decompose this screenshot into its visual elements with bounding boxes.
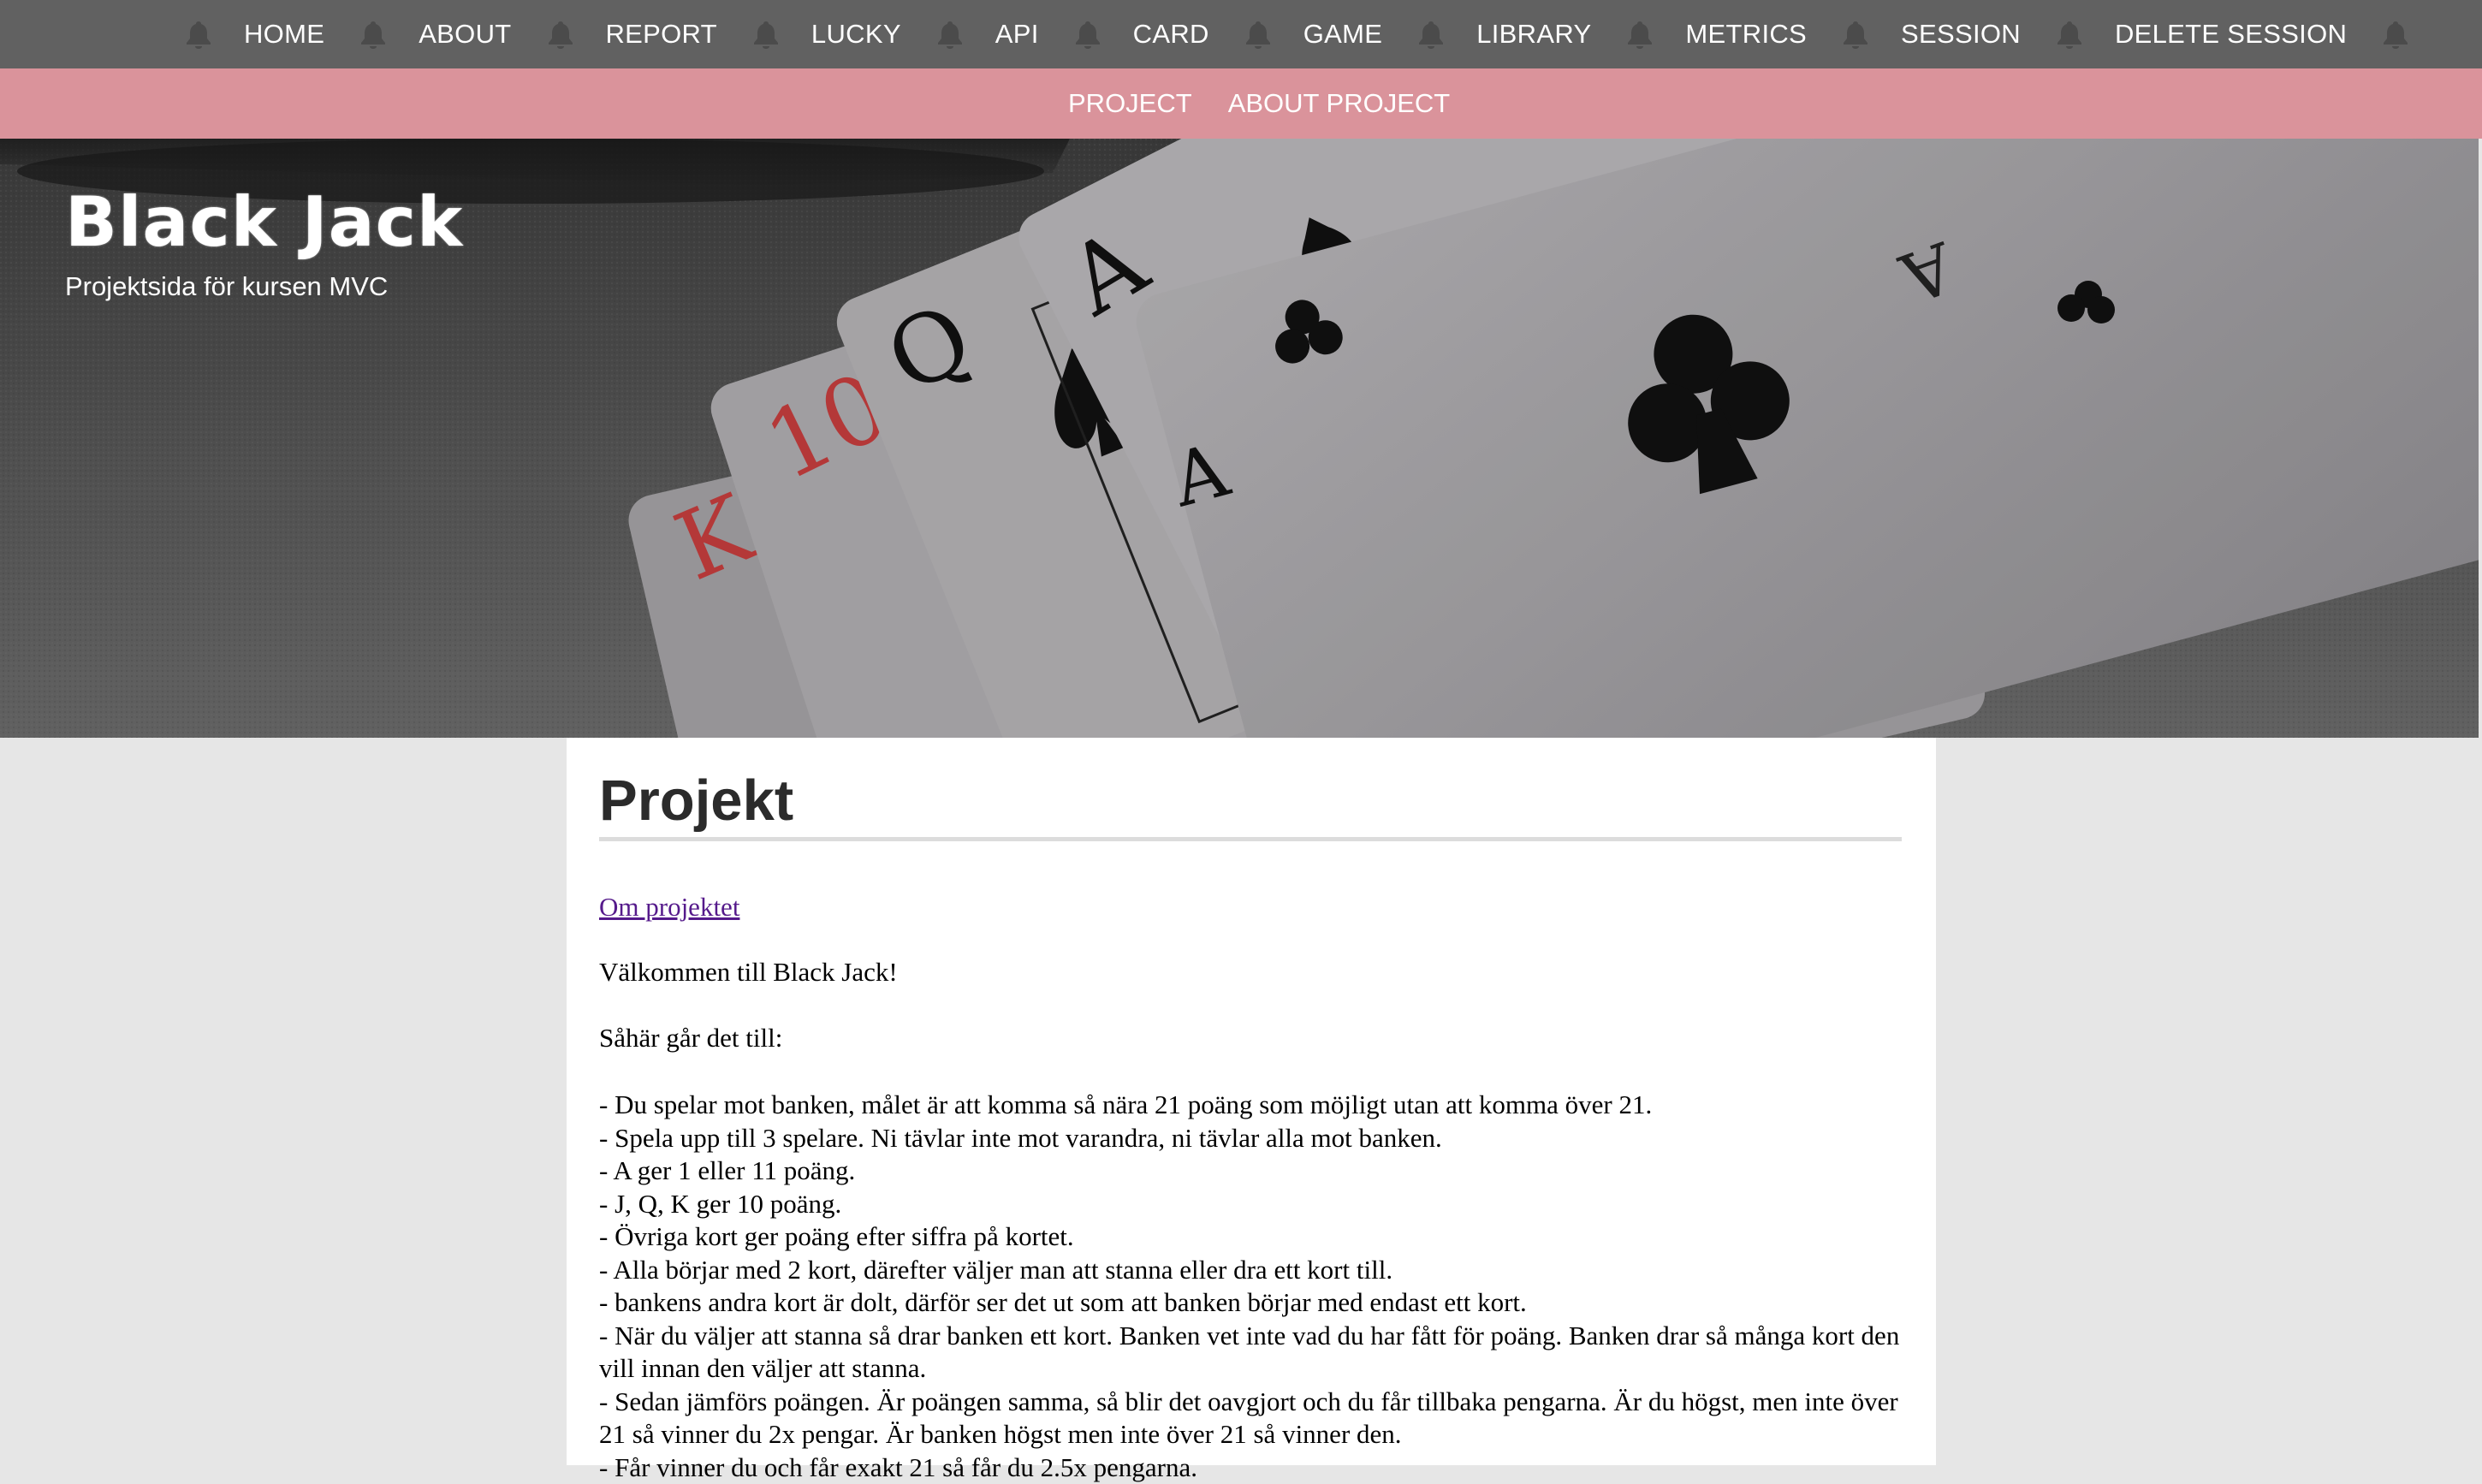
rule-item: - A ger 1 eller 11 poäng. [599, 1155, 1909, 1188]
bell-icon [186, 20, 211, 49]
top-navigation-items: HOME ABOUT REPORT LUCKY API CARD GAME LIBRARY ME… [186, 0, 2441, 68]
rule-item: - Spela upp till 3 spelare. Ni tävlar in… [599, 1122, 1909, 1155]
title-divider [599, 837, 1902, 841]
rule-item: - Sedan jämförs poängen. Är poängen samm… [599, 1386, 1909, 1451]
nav-item-lucky[interactable]: LUCKY [811, 19, 901, 50]
nav-item-game[interactable]: GAME [1303, 19, 1383, 50]
bell-icon [1418, 20, 1444, 49]
bell-icon [2057, 20, 2082, 49]
bell-icon [753, 20, 779, 49]
top-navigation: HOME ABOUT REPORT LUCKY API CARD GAME LIBRARY ME… [0, 0, 2482, 68]
sub-navigation-items: PROJECT ABOUT PROJECT [1068, 68, 1486, 139]
rule-item: - Du spelar mot banken, målet är att kom… [599, 1089, 1909, 1122]
bell-icon [1843, 20, 1868, 49]
how-to-heading: Såhär går det till: [599, 1022, 1909, 1055]
page-title: Projekt [599, 767, 793, 835]
nav-item-library[interactable]: LIBRARY [1476, 19, 1591, 50]
rule-item: - bankens andra kort är dolt, därför ser… [599, 1286, 1909, 1320]
nav-item-delete-session[interactable]: DELETE SESSION [2115, 19, 2347, 50]
sub-navigation: PROJECT ABOUT PROJECT [0, 68, 2482, 139]
nav-item-about[interactable]: ABOUT [419, 19, 511, 50]
rule-item: - J, Q, K ger 10 poäng. [599, 1188, 1909, 1221]
rule-item: - Alla börjar med 2 kort, därefter välje… [599, 1254, 1909, 1287]
bell-icon [937, 20, 963, 49]
bell-icon [360, 20, 386, 49]
subnav-item-about-project[interactable]: ABOUT PROJECT [1228, 88, 1451, 119]
nav-item-home[interactable]: HOME [244, 19, 324, 50]
bell-icon [1627, 20, 1653, 49]
nav-item-report[interactable]: REPORT [606, 19, 717, 50]
site-subtitle: Projektsida för kursen MVC [65, 270, 388, 304]
welcome-text: Välkommen till Black Jack! [599, 956, 1909, 989]
nav-item-card[interactable]: CARD [1133, 19, 1209, 50]
bell-icon [1245, 20, 1271, 49]
bell-icon [1075, 20, 1101, 49]
site-title: Black Jack [65, 180, 463, 265]
subnav-item-project[interactable]: PROJECT [1068, 88, 1192, 119]
rule-item: - När du väljer att stanna så drar banke… [599, 1320, 1909, 1386]
about-project-link[interactable]: Om projektet [599, 890, 739, 924]
bell-icon [548, 20, 573, 49]
nav-item-metrics[interactable]: METRICS [1685, 19, 1807, 50]
main-content: Projekt Om projektet Välkommen till Blac… [567, 738, 1936, 1465]
bell-icon [2383, 20, 2408, 49]
rules-list: - Du spelar mot banken, målet är att kom… [599, 1089, 1909, 1484]
rule-item: - Övriga kort ger poäng efter siffra på … [599, 1220, 1909, 1254]
nav-item-api[interactable]: API [995, 19, 1039, 50]
rule-item: - Får vinner du och får exakt 21 så får … [599, 1451, 1909, 1484]
nav-item-session[interactable]: SESSION [1901, 19, 2021, 50]
